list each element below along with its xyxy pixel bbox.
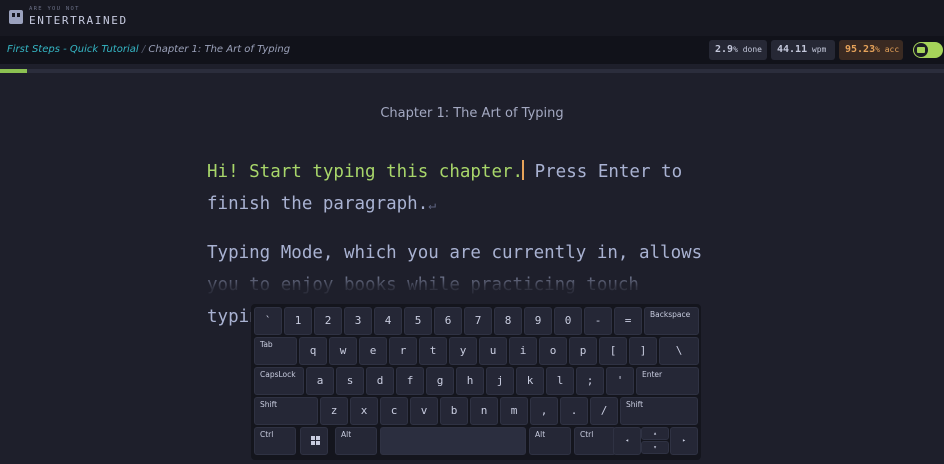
- breadcrumb-chapter: Chapter 1: The Art of Typing: [148, 44, 291, 55]
- windows-icon: [311, 436, 321, 446]
- windows-key[interactable]: [300, 427, 328, 455]
- chapter-progress-bar: [0, 69, 944, 73]
- key-tab[interactable]: Tab: [254, 337, 297, 365]
- key-y[interactable]: y: [449, 337, 477, 365]
- key-s[interactable]: s: [336, 367, 364, 395]
- key-ctrl[interactable]: Ctrl: [574, 427, 616, 455]
- key-5[interactable]: 5: [404, 307, 432, 335]
- key-v[interactable]: v: [410, 397, 438, 425]
- key-f[interactable]: f: [396, 367, 424, 395]
- key-g[interactable]: g: [426, 367, 454, 395]
- wpm-value: 44.11: [777, 44, 808, 55]
- key-9[interactable]: 9: [524, 307, 552, 335]
- key-c[interactable]: c: [380, 397, 408, 425]
- key-l[interactable]: l: [546, 367, 574, 395]
- logo-name[interactable]: ENTERTRAINED: [29, 14, 128, 27]
- key-space[interactable]: [380, 427, 526, 455]
- key-d[interactable]: d: [366, 367, 394, 395]
- key-quote[interactable]: ': [606, 367, 634, 395]
- done-unit: % done: [733, 45, 762, 54]
- key-backslash[interactable]: \: [659, 337, 699, 365]
- key-u[interactable]: u: [479, 337, 507, 365]
- enter-symbol: ↵: [428, 198, 437, 213]
- robot-logo-icon[interactable]: [9, 10, 23, 24]
- key-equals[interactable]: =: [614, 307, 642, 335]
- key-n[interactable]: n: [470, 397, 498, 425]
- logo-tagline: ARE YOU NOT: [29, 6, 80, 12]
- key-period[interactable]: .: [560, 397, 588, 425]
- key-8[interactable]: 8: [494, 307, 522, 335]
- key-arrow-up[interactable]: ▴: [641, 427, 669, 440]
- key-alt[interactable]: Alt: [529, 427, 571, 455]
- key-shift[interactable]: Shift: [254, 397, 318, 425]
- acc-unit: % acc: [875, 45, 900, 54]
- key-e[interactable]: e: [359, 337, 387, 365]
- key-q[interactable]: q: [299, 337, 327, 365]
- chapter-title: Chapter 1: The Art of Typing: [380, 106, 564, 121]
- key-minus[interactable]: -: [584, 307, 612, 335]
- key-shift[interactable]: Shift: [620, 397, 698, 425]
- typed-text: Hi! Start typing this chapter.: [207, 162, 524, 182]
- accuracy-badge: 95.23% acc: [839, 40, 903, 60]
- key-p[interactable]: p: [569, 337, 597, 365]
- key-i[interactable]: i: [509, 337, 537, 365]
- key-m[interactable]: m: [500, 397, 528, 425]
- key-r[interactable]: r: [389, 337, 417, 365]
- done-value: 2.9: [715, 44, 734, 55]
- key-arrow-left[interactable]: ◂: [613, 427, 641, 455]
- key-j[interactable]: j: [486, 367, 514, 395]
- key-lbracket[interactable]: [: [599, 337, 627, 365]
- key-rbracket[interactable]: ]: [629, 337, 657, 365]
- key-ctrl[interactable]: Ctrl: [254, 427, 296, 455]
- wpm-badge: 44.11 wpm: [771, 40, 835, 60]
- key-alt[interactable]: Alt: [335, 427, 377, 455]
- key-arrow-down[interactable]: ▾: [641, 441, 669, 454]
- key-t[interactable]: t: [419, 337, 447, 365]
- key-1[interactable]: 1: [284, 307, 312, 335]
- key-6[interactable]: 6: [434, 307, 462, 335]
- key-b[interactable]: b: [440, 397, 468, 425]
- keyboard-icon: [914, 43, 928, 57]
- key-2[interactable]: 2: [314, 307, 342, 335]
- breadcrumb-course-link[interactable]: First Steps - Quick Tutorial: [7, 44, 139, 55]
- key-o[interactable]: o: [539, 337, 567, 365]
- key-0[interactable]: 0: [554, 307, 582, 335]
- key-backspace[interactable]: Backspace: [644, 307, 699, 335]
- paragraph-1: Hi! Start typing this chapter. Press Ent…: [207, 156, 727, 222]
- key-backtick[interactable]: `: [254, 307, 282, 335]
- key-k[interactable]: k: [516, 367, 544, 395]
- wpm-unit: wpm: [807, 45, 827, 54]
- key-enter[interactable]: Enter: [636, 367, 699, 395]
- breadcrumb-separator: /: [141, 44, 146, 55]
- key-h[interactable]: h: [456, 367, 484, 395]
- key-arrow-right[interactable]: ▸: [670, 427, 698, 455]
- key-semicolon[interactable]: ;: [576, 367, 604, 395]
- keyboard-toggle-switch[interactable]: [913, 42, 943, 58]
- top-bar: ARE YOU NOT ENTERTRAINED: [0, 0, 944, 36]
- key-w[interactable]: w: [329, 337, 357, 365]
- key-7[interactable]: 7: [464, 307, 492, 335]
- progress-done-badge: 2.9% done: [709, 40, 767, 60]
- key-capslock[interactable]: CapsLock: [254, 367, 304, 395]
- key-a[interactable]: a: [306, 367, 334, 395]
- key-4[interactable]: 4: [374, 307, 402, 335]
- key-comma[interactable]: ,: [530, 397, 558, 425]
- virtual-keyboard: ` 1 2 3 4 5 6 7 8 9 0- = Backspace Tab q w e r t y u i o p[] \ Ca…: [251, 304, 701, 460]
- text-fade-overlay: [0, 266, 944, 302]
- key-x[interactable]: x: [350, 397, 378, 425]
- key-slash[interactable]: /: [590, 397, 618, 425]
- acc-value: 95.23: [845, 44, 876, 55]
- key-z[interactable]: z: [320, 397, 348, 425]
- key-3[interactable]: 3: [344, 307, 372, 335]
- breadcrumb: First Steps - Quick Tutorial / Chapter 1…: [7, 44, 290, 55]
- chapter-progress-fill: [0, 69, 28, 73]
